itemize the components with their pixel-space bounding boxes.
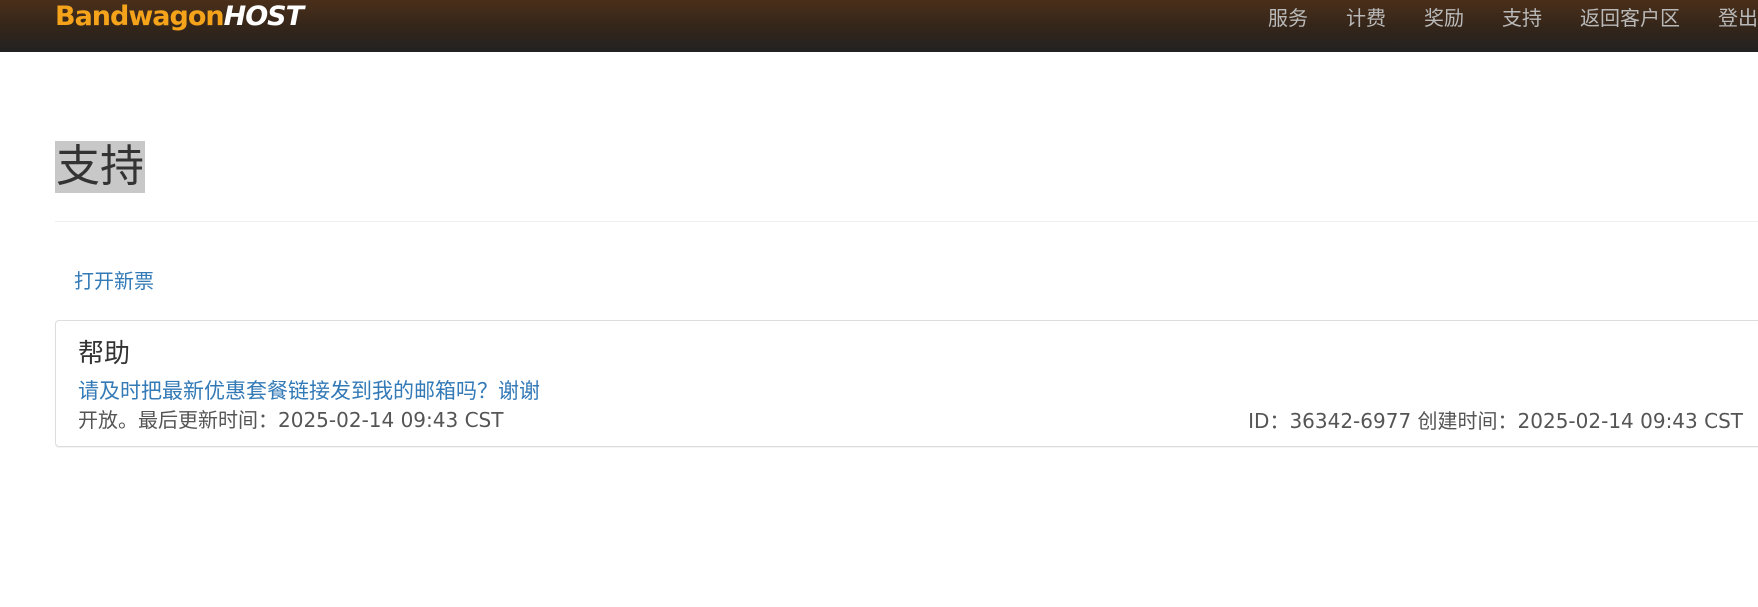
nav-menu: 服务 计费 奖励 支持 返回客户区 登出 (1230, 0, 1758, 32)
ticket-subject-link[interactable]: 请及时把最新优惠套餐链接发到我的邮箱吗？谢谢 (78, 375, 540, 405)
nav-item-rewards[interactable]: 奖励 (1424, 2, 1464, 31)
ticket-status: 开放。最后更新时间：2025-02-14 09:43 CST (78, 408, 504, 432)
brand-logo-part2: HOST (223, 1, 304, 32)
ticket-panel: 帮助 请及时把最新优惠套餐链接发到我的邮箱吗？谢谢 开放。最后更新时间：2025… (55, 320, 1758, 447)
brand-logo-part1: Bandwagon (55, 1, 225, 32)
nav-item-services[interactable]: 服务 (1268, 2, 1308, 31)
page-title-container: 支持 (55, 141, 145, 193)
ticket-department: 帮助 (78, 339, 131, 369)
ticket-meta: ID：36342-6977 创建时间：2025-02-14 09:43 CST (1248, 409, 1743, 433)
top-navbar: Bandwagon HOST 服务 计费 奖励 支持 返回客户区 登出 (0, 0, 1758, 52)
header-divider (55, 221, 1758, 222)
page-title: 支持 (56, 141, 144, 192)
nav-item-logout[interactable]: 登出 (1718, 2, 1758, 31)
nav-item-billing[interactable]: 计费 (1346, 2, 1386, 31)
nav-item-client-area[interactable]: 返回客户区 (1580, 2, 1680, 31)
nav-item-support[interactable]: 支持 (1502, 2, 1542, 31)
brand-logo[interactable]: Bandwagon HOST (55, 0, 304, 32)
open-ticket-link[interactable]: 打开新票 (74, 265, 154, 294)
